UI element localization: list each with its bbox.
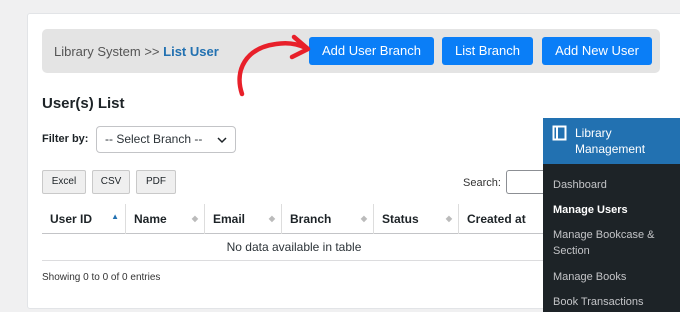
- chevron-down-icon: [217, 137, 227, 144]
- breadcrumb-separator: >>: [144, 44, 160, 59]
- sidebar-item-manage-books[interactable]: Manage Books: [553, 269, 677, 285]
- add-user-branch-button[interactable]: Add User Branch: [309, 37, 434, 65]
- export-pdf-button[interactable]: PDF: [136, 170, 176, 194]
- sort-asc-icon: ▲: [111, 212, 119, 221]
- sort-icon: ◆: [445, 214, 452, 223]
- export-excel-button[interactable]: Excel: [42, 170, 86, 194]
- column-name[interactable]: Name ◆: [126, 204, 205, 234]
- export-csv-button[interactable]: CSV: [92, 170, 130, 194]
- table-header: User ID ▲ Name ◆ Email ◆ Branch ◆ Status…: [42, 204, 546, 234]
- table-info: Showing 0 to 0 of 0 entries: [42, 272, 161, 283]
- sidebar-item-dashboard[interactable]: Dashboard: [553, 177, 677, 193]
- column-user-id[interactable]: User ID ▲: [42, 204, 126, 234]
- sidebar-item-manage-bookcase-section[interactable]: Manage Bookcase & Section: [553, 227, 677, 259]
- admin-sidebar-submenu: Library Management Dashboard Manage User…: [543, 118, 680, 312]
- table-empty-row: No data available in table: [42, 234, 546, 261]
- sidebar-menu-header[interactable]: Library Management: [543, 118, 680, 164]
- list-branch-button[interactable]: List Branch: [442, 37, 533, 65]
- book-icon: [552, 125, 567, 141]
- column-status[interactable]: Status ◆: [374, 204, 459, 234]
- breadcrumb: Library System >> List User: [54, 44, 219, 59]
- column-email[interactable]: Email ◆: [205, 204, 282, 234]
- sort-icon: ◆: [360, 214, 367, 223]
- breadcrumb-current[interactable]: List User: [163, 44, 219, 59]
- filter-label: Filter by:: [42, 133, 89, 145]
- sidebar-item-book-transactions[interactable]: Book Transactions: [553, 294, 677, 310]
- branch-filter-value: -- Select Branch --: [105, 132, 203, 146]
- search-label: Search:: [463, 177, 501, 189]
- sort-icon: ◆: [268, 214, 275, 223]
- page-title: User(s) List: [42, 95, 125, 112]
- annotation-arrow-icon: [237, 34, 311, 97]
- add-new-user-button[interactable]: Add New User: [542, 37, 652, 65]
- column-created-at[interactable]: Created at: [459, 204, 546, 234]
- column-branch[interactable]: Branch ◆: [282, 204, 374, 234]
- sidebar-item-manage-users[interactable]: Manage Users: [553, 202, 677, 218]
- sort-icon: ◆: [191, 214, 198, 223]
- breadcrumb-root: Library System: [54, 44, 141, 59]
- sidebar-menu-title: Library Management: [575, 126, 646, 156]
- branch-filter-select[interactable]: -- Select Branch --: [96, 126, 236, 153]
